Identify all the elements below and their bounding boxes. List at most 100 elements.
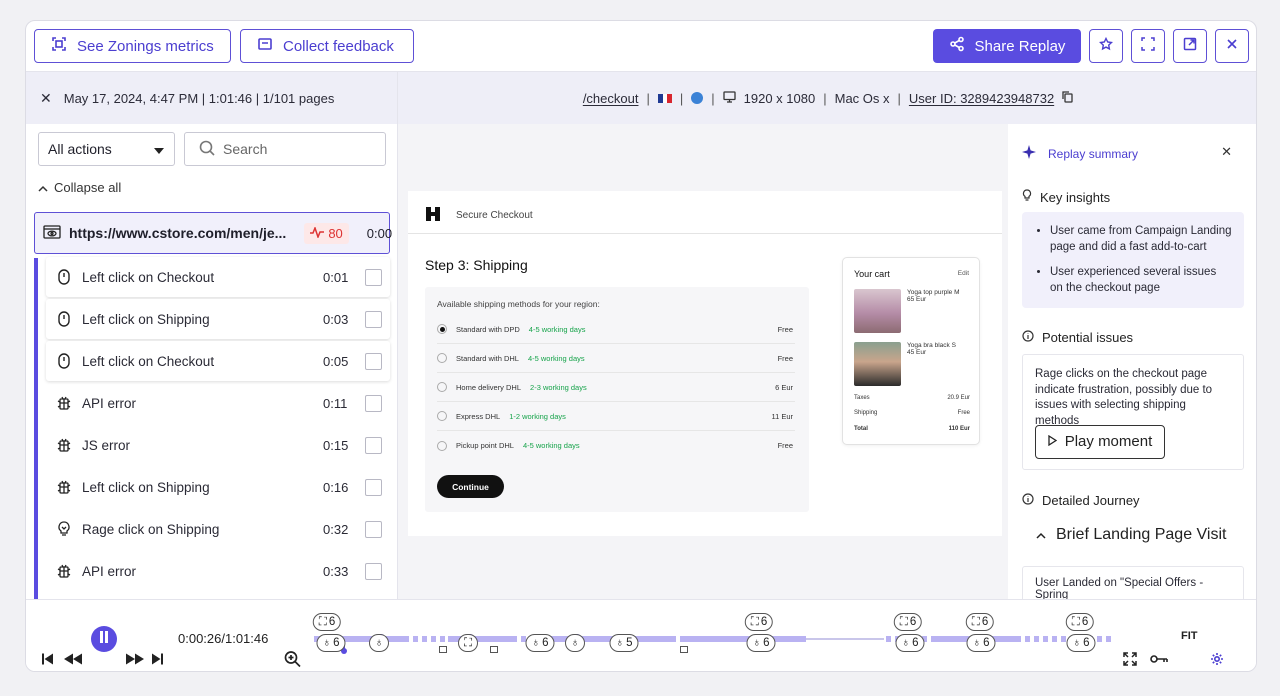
event-time: 0:11 [323, 395, 348, 411]
event-row[interactable]: Left click on Checkout 0:01 [46, 257, 390, 297]
close-summary-icon[interactable]: ✕ [1221, 144, 1232, 160]
event-label: API error [82, 563, 137, 579]
journey-step-title: Brief Landing Page Visit [1056, 526, 1227, 543]
collect-feedback-button[interactable]: Collect feedback [240, 29, 414, 63]
event-checkbox[interactable] [365, 562, 382, 580]
error-pill[interactable]: ⛶ [458, 634, 478, 652]
event-label: Rage click on Shipping [82, 521, 220, 537]
rage-icon: ♁ [531, 637, 541, 649]
divider [408, 233, 1002, 234]
star-icon [1098, 36, 1114, 56]
copy-icon[interactable] [1062, 90, 1073, 106]
comment-icon[interactable] [439, 646, 447, 653]
rewind-icon[interactable] [64, 653, 82, 665]
event-row[interactable]: Rage click on Shipping 0:32 [46, 509, 390, 549]
chevron-up-icon [1036, 526, 1046, 544]
fit-screen-icon[interactable] [1123, 652, 1137, 666]
rage-count-pill[interactable]: ♁ 5 [609, 634, 639, 652]
replay-viewport[interactable]: Secure Checkout Step 3: Shipping Availab… [398, 124, 1008, 599]
page-path-link[interactable]: /checkout [583, 91, 639, 106]
error-count-pill[interactable]: ⛶ 6 [744, 613, 774, 631]
fullscreen-button[interactable] [1131, 29, 1165, 63]
bug-icon [56, 437, 72, 453]
cart-edit-link: Edit [957, 270, 969, 277]
comment-icon[interactable] [680, 646, 688, 653]
timeline-idle-segment [806, 638, 884, 640]
feedback-icon [257, 36, 273, 56]
bug-icon [56, 479, 72, 495]
settings-gear-icon[interactable] [1210, 652, 1224, 666]
event-timeline-bar [34, 258, 38, 599]
error-count-pill[interactable]: ⛶ 6 [1065, 613, 1095, 631]
timeline-segment [680, 636, 806, 642]
zoning-metrics-button[interactable]: See Zonings metrics [34, 29, 231, 63]
error-count-pill[interactable]: ⛶ 6 [965, 613, 995, 631]
collapse-all-button[interactable]: Collapse all [38, 180, 121, 195]
cart-item: Yoga top purple M 65 Eur [854, 289, 960, 333]
event-checkbox[interactable] [365, 478, 382, 496]
favorite-button[interactable] [1089, 29, 1123, 63]
key-icon[interactable] [1150, 654, 1168, 664]
rage-pill[interactable]: ♁ [565, 634, 585, 652]
comment-icon[interactable] [490, 646, 498, 653]
cart-summary: Your cart Edit Yoga top purple M 65 Eur … [842, 257, 980, 445]
event-time: 0:01 [323, 269, 349, 285]
event-row[interactable]: Left click on Checkout 0:05 [46, 341, 390, 381]
event-checkbox[interactable] [365, 310, 382, 328]
skip-start-icon[interactable] [41, 653, 53, 665]
fit-button[interactable]: FIT [1181, 630, 1198, 642]
shipping-option-name: Pickup point DHL [456, 441, 514, 450]
event-row[interactable]: Left click on Shipping 0:03 [46, 299, 390, 339]
event-label: JS error [82, 437, 131, 453]
radio [437, 440, 447, 451]
rage-count-pill[interactable]: ♁ 6 [316, 634, 346, 652]
actions-filter-select[interactable]: All actions [38, 132, 175, 166]
search-input[interactable]: Search [184, 132, 386, 166]
user-id-link[interactable]: User ID: 3289423948732 [909, 91, 1054, 106]
event-row[interactable]: Left click on Shipping 0:16 [46, 467, 390, 507]
monitor-icon [722, 90, 736, 106]
rage-pill[interactable]: ♁ [369, 634, 389, 652]
rage-count-pill[interactable]: ♁ 6 [895, 634, 925, 652]
bug-icon: ⛶ [971, 615, 980, 628]
collect-feedback-label: Collect feedback [283, 37, 394, 55]
error-count-pill[interactable]: ⛶ 6 [893, 613, 923, 631]
page-url-row[interactable]: https://www.cstore.com/men/je... 80 0:00 [34, 212, 422, 254]
search-placeholder: Search [223, 141, 268, 157]
event-checkbox[interactable] [365, 352, 382, 370]
event-row[interactable]: API error 0:11 [46, 383, 390, 423]
error-count-pill[interactable]: ⛶ 6 [312, 613, 342, 631]
actions-panel: All actions Search Collapse all https://… [26, 124, 422, 599]
close-session-icon[interactable]: ✕ [40, 90, 52, 107]
event-row[interactable]: API error 0:33 [46, 551, 390, 591]
timeline-segment [1016, 636, 1114, 642]
cart-item: Yoga bra black S 45 Eur [854, 342, 956, 386]
play-moment-button[interactable]: Play moment [1035, 425, 1165, 459]
open-external-button[interactable] [1173, 29, 1207, 63]
page-url: https://www.cstore.com/men/je... [69, 225, 287, 241]
shipping-option-price: 6 Eur [775, 382, 793, 392]
event-checkbox[interactable] [365, 268, 382, 286]
shipping-option: Standard with DPD 4-5 working days Free [437, 315, 795, 344]
rage-count-pill[interactable]: ♁ 6 [525, 634, 555, 652]
event-checkbox[interactable] [365, 394, 382, 412]
share-replay-button[interactable]: Share Replay [933, 29, 1081, 63]
rage-icon: ♁ [374, 637, 384, 649]
rage-count-pill[interactable]: ♁ 6 [966, 634, 996, 652]
pause-button[interactable] [91, 626, 117, 652]
event-time: 0:05 [323, 353, 349, 369]
close-button[interactable] [1215, 29, 1249, 63]
journey-step-toggle[interactable]: Brief Landing Page Visit [1036, 526, 1226, 544]
event-row[interactable]: JS error 0:15 [46, 425, 390, 465]
zoom-in-icon[interactable] [284, 651, 301, 668]
skip-end-icon[interactable] [152, 653, 164, 665]
event-checkbox[interactable] [365, 520, 382, 538]
rage-count-pill[interactable]: ♁ 6 [1066, 634, 1096, 652]
cart-item-name: Yoga top purple M [907, 289, 960, 296]
playback-time: 0:00:26/1:01:46 [178, 631, 269, 646]
cart-taxes-row: Taxes 20.9 Eur [854, 395, 970, 401]
radio [437, 411, 447, 421]
rage-count-pill[interactable]: ♁ 6 [746, 634, 776, 652]
event-checkbox[interactable] [365, 436, 382, 454]
fast-forward-icon[interactable] [126, 653, 144, 665]
